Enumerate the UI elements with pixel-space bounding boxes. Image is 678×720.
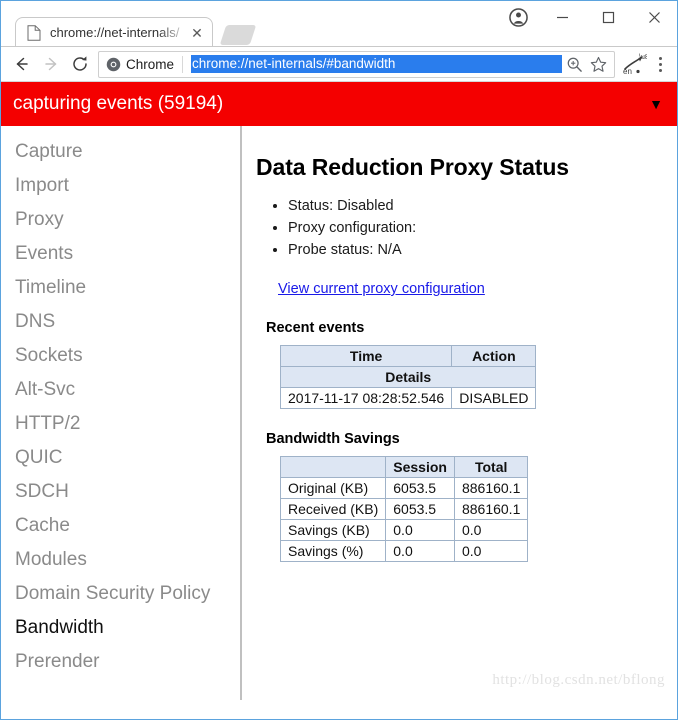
cell-row-label: Original (KB) bbox=[279, 477, 387, 499]
close-icon[interactable]: ✕ bbox=[188, 24, 206, 42]
capture-status-text: capturing events (59194) bbox=[13, 93, 224, 114]
browser-tab[interactable]: chrome://net-internals/ ✕ bbox=[15, 17, 213, 47]
cell-row-label: Received (KB) bbox=[279, 498, 387, 520]
cell-event-action: DISABLED bbox=[451, 387, 537, 409]
cell-session-value: 0.0 bbox=[385, 519, 455, 541]
column-header-details: Details bbox=[279, 366, 537, 388]
svg-text:\u8a9e: \u8a9e bbox=[639, 54, 647, 61]
table-header-row: Session Total bbox=[279, 456, 529, 478]
window-controls bbox=[497, 1, 677, 33]
address-bar[interactable]: Chrome chrome://net-internals/#bandwidth bbox=[98, 50, 615, 78]
close-button[interactable] bbox=[631, 1, 677, 33]
chrome-chip-label: Chrome bbox=[126, 56, 175, 72]
sidebar-item-alt-svc[interactable]: Alt-Svc bbox=[1, 373, 240, 407]
sidebar-item-quic[interactable]: QUIC bbox=[1, 441, 240, 475]
sidebar-item-domain-security-policy[interactable]: Domain Security Policy bbox=[1, 577, 240, 611]
bandwidth-savings-table: Session Total Original (KB) 6053.5 88616… bbox=[279, 456, 529, 562]
table-row: Savings (KB) 0.0 0.0 bbox=[279, 519, 529, 541]
zoom-magnifier-icon[interactable] bbox=[562, 52, 586, 76]
forward-button bbox=[36, 50, 65, 79]
column-header-time: Time bbox=[279, 345, 453, 367]
column-header-action: Action bbox=[451, 345, 537, 367]
column-header-corner bbox=[279, 456, 387, 478]
maximize-button[interactable] bbox=[585, 1, 631, 33]
browser-toolbar: Chrome chrome://net-internals/#bandwidth bbox=[1, 47, 677, 82]
sidebar-item-prerender[interactable]: Prerender bbox=[1, 645, 240, 679]
sidebar-item-capture[interactable]: Capture bbox=[1, 135, 240, 169]
star-icon[interactable] bbox=[586, 52, 610, 76]
bandwidth-savings-heading: Bandwidth Savings bbox=[266, 431, 400, 447]
sidebar-item-timeline[interactable]: Timeline bbox=[1, 271, 240, 305]
browser-window: chrome://net-internals/ ✕ Chrome chrome:… bbox=[0, 0, 678, 720]
table-details-row: Details bbox=[279, 366, 537, 388]
cell-row-label: Savings (%) bbox=[279, 540, 387, 562]
sidebar-item-bandwidth[interactable]: Bandwidth bbox=[1, 611, 240, 645]
table-row: Savings (%) 0.0 0.0 bbox=[279, 540, 529, 562]
tab-strip: chrome://net-internals/ ✕ bbox=[1, 1, 677, 47]
recent-events-table: Time Action Details 2017-11-17 08:28:52.… bbox=[279, 345, 537, 409]
page-title: Data Reduction Proxy Status bbox=[256, 154, 569, 180]
url-text[interactable]: chrome://net-internals/#bandwidth bbox=[191, 55, 562, 73]
cell-session-value: 6053.5 bbox=[385, 498, 455, 520]
cell-event-time: 2017-11-17 08:28:52.546 bbox=[279, 387, 453, 409]
ime-language-indicator[interactable]: en \u8a9e bbox=[619, 50, 649, 79]
recent-events-heading: Recent events bbox=[266, 320, 365, 336]
tab-title: chrome://net-internals/ bbox=[50, 25, 180, 40]
table-row: Received (KB) 6053.5 886160.1 bbox=[279, 498, 529, 520]
page-body: Capture Import Proxy Events Timeline DNS… bbox=[1, 126, 677, 700]
menu-dot-icon bbox=[658, 68, 662, 72]
cell-total-value: 0.0 bbox=[453, 519, 529, 541]
back-button[interactable] bbox=[7, 50, 36, 79]
sidebar-nav: Capture Import Proxy Events Timeline DNS… bbox=[1, 126, 242, 700]
svg-text:en: en bbox=[623, 67, 632, 76]
cell-session-value: 0.0 bbox=[385, 540, 455, 562]
sidebar-item-import[interactable]: Import bbox=[1, 169, 240, 203]
sidebar-item-cache[interactable]: Cache bbox=[1, 509, 240, 543]
list-item: Probe status: N/A bbox=[288, 239, 677, 261]
chevron-down-icon[interactable]: ▼ bbox=[649, 97, 663, 111]
list-item: Status: Disabled bbox=[288, 195, 677, 217]
reload-button[interactable] bbox=[65, 50, 94, 79]
profile-avatar-icon[interactable] bbox=[497, 1, 539, 33]
menu-dot-icon bbox=[658, 56, 662, 60]
column-header-total: Total bbox=[453, 456, 529, 478]
sidebar-item-http2[interactable]: HTTP/2 bbox=[1, 407, 240, 441]
cell-total-value: 886160.1 bbox=[453, 477, 529, 499]
sidebar-item-sockets[interactable]: Sockets bbox=[1, 339, 240, 373]
cell-session-value: 6053.5 bbox=[385, 477, 455, 499]
browser-menu-button[interactable] bbox=[649, 50, 671, 79]
page-icon bbox=[26, 24, 42, 41]
chrome-logo-icon bbox=[106, 57, 121, 71]
cell-row-label: Savings (KB) bbox=[279, 519, 387, 541]
cell-total-value: 886160.1 bbox=[453, 498, 529, 520]
view-proxy-configuration-link[interactable]: View current proxy configuration bbox=[278, 281, 485, 297]
column-header-session: Session bbox=[385, 456, 455, 478]
sidebar-item-modules[interactable]: Modules bbox=[1, 543, 240, 577]
main-content: Data Reduction Proxy Status Status: Disa… bbox=[242, 126, 677, 700]
watermark-text: http://blog.csdn.net/bflong bbox=[492, 672, 665, 688]
table-row: Original (KB) 6053.5 886160.1 bbox=[279, 477, 529, 499]
table-header-row: Time Action bbox=[279, 345, 537, 367]
sidebar-item-dns[interactable]: DNS bbox=[1, 305, 240, 339]
cell-total-value: 0.0 bbox=[453, 540, 529, 562]
menu-dot-icon bbox=[658, 62, 662, 66]
table-row: 2017-11-17 08:28:52.546 DISABLED bbox=[279, 387, 537, 409]
sidebar-item-events[interactable]: Events bbox=[1, 237, 240, 271]
chrome-scheme-chip: Chrome bbox=[106, 55, 184, 73]
sidebar-item-sdch[interactable]: SDCH bbox=[1, 475, 240, 509]
list-item: Proxy configuration: bbox=[288, 217, 677, 239]
new-tab-button[interactable] bbox=[219, 25, 257, 45]
tab-strip-base bbox=[1, 46, 677, 47]
minimize-button[interactable] bbox=[539, 1, 585, 33]
sidebar-item-proxy[interactable]: Proxy bbox=[1, 203, 240, 237]
proxy-status-list: Status: Disabled Proxy configuration: Pr… bbox=[256, 195, 677, 261]
capture-status-bar[interactable]: capturing events (59194) ▼ bbox=[1, 82, 677, 126]
